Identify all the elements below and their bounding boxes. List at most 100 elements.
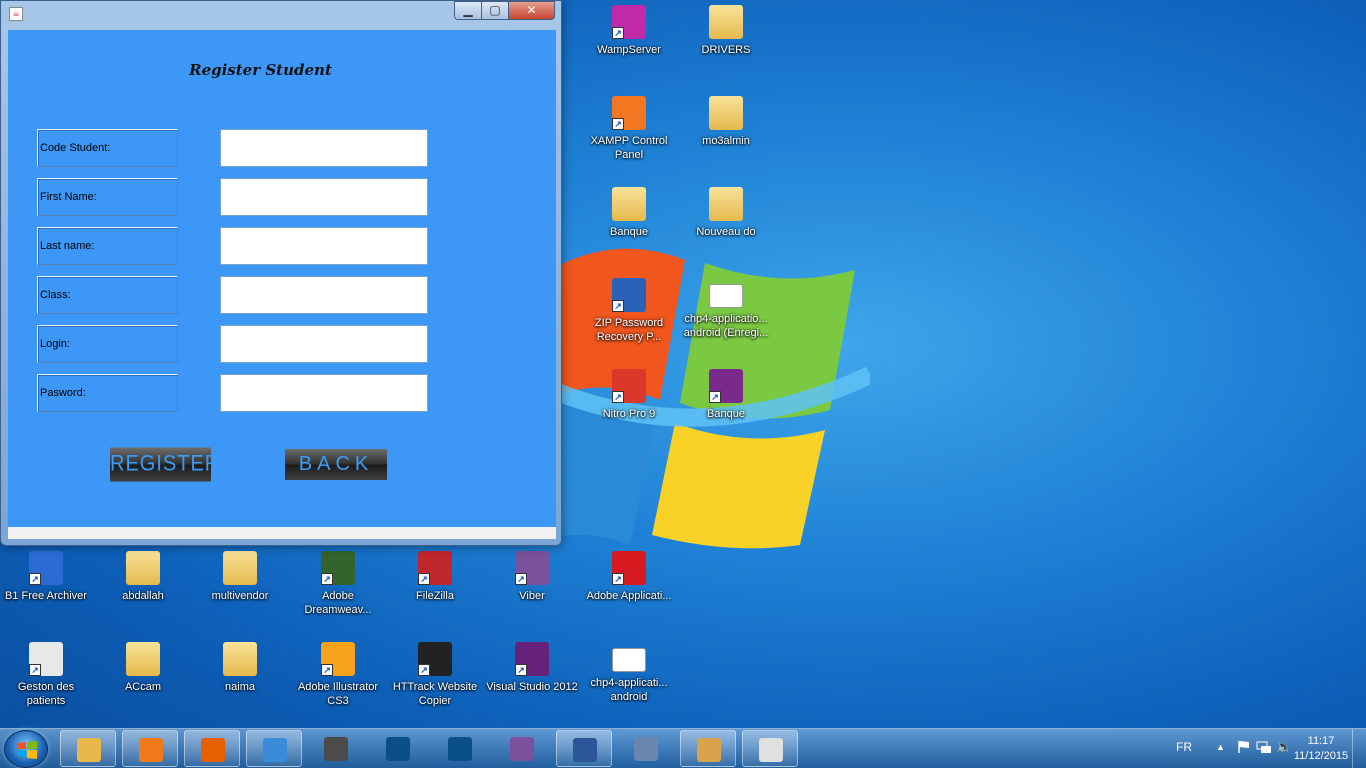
desktop-icon[interactable]: ↗ Adobe Dreamweav... <box>292 551 384 617</box>
taskbar-button[interactable] <box>370 730 426 767</box>
shortcut-arrow-icon: ↗ <box>612 391 624 403</box>
password-input[interactable] <box>220 374 428 412</box>
start-button[interactable] <box>4 730 48 768</box>
taskbar-button[interactable] <box>742 730 798 767</box>
desktop-icon[interactable]: ↗ WampServer <box>583 5 675 57</box>
desktop-icon[interactable]: ↗ Adobe Illustrator CS3 <box>292 642 384 708</box>
desktop-icon[interactable]: ↗ Geston des patients <box>0 642 92 708</box>
taskbar-button[interactable] <box>184 730 240 767</box>
shortcut-arrow-icon: ↗ <box>321 573 333 585</box>
action-center-flag-icon[interactable] <box>1236 740 1252 754</box>
shortcut-arrow-icon: ↗ <box>612 300 624 312</box>
desktop-icon[interactable]: ACcam <box>97 642 189 694</box>
desktop-icon-label: Nouveau do <box>696 226 756 238</box>
chrome-icon <box>263 738 287 762</box>
desktop-icon[interactable]: ↗ Nitro Pro 9 <box>583 369 675 421</box>
register-student-window: ☕ ▁ ▢ ✕ Register Student Code Student: F… <box>0 0 562 546</box>
desktop-icon-label: multivendor <box>211 590 269 602</box>
desktop-icon[interactable]: ↗ Adobe Applicati... <box>583 551 675 603</box>
login-input[interactable] <box>220 325 428 363</box>
clock-time: 11:17 <box>1307 735 1335 747</box>
form-panel: Register Student Code Student: First Nam… <box>8 30 556 539</box>
taskbar-button[interactable] <box>618 730 674 767</box>
language-indicator[interactable]: FR <box>1176 740 1192 754</box>
photoshop-icon-2 <box>448 737 472 761</box>
folder-icon <box>612 187 646 221</box>
desktop-icon[interactable]: chp4-applicatio... android (Enregi... <box>680 278 772 340</box>
desktop-icon[interactable]: mo3almin <box>680 96 772 148</box>
show-desktop-button[interactable] <box>1352 729 1366 768</box>
desktop-icon[interactable]: DRIVERS <box>680 5 772 57</box>
class-input[interactable] <box>220 276 428 314</box>
folder-icon <box>223 642 257 676</box>
taskbar-button[interactable] <box>122 730 178 767</box>
zip-password-icon: ↗ <box>612 278 646 312</box>
desktop-icon[interactable]: Nouveau do <box>680 187 772 239</box>
desktop-icon-label: Adobe Applicati... <box>586 590 672 602</box>
desktop-icon[interactable]: ↗ B1 Free Archiver <box>0 551 92 603</box>
desktop-icon[interactable]: abdallah <box>97 551 189 603</box>
taskbar-button[interactable] <box>246 730 302 767</box>
window-titlebar[interactable]: ☕ ▁ ▢ ✕ <box>1 1 561 27</box>
desktop-icon[interactable]: chp4-applicati... android <box>583 642 675 704</box>
desktop-icon[interactable]: ↗ ZIP Password Recovery P... <box>583 278 675 344</box>
network-icon[interactable] <box>1256 740 1272 754</box>
word-icon <box>573 738 597 762</box>
taskbar-button[interactable] <box>494 730 550 767</box>
viber-icon: ↗ <box>515 551 549 585</box>
password-label: Pasword: <box>37 374 178 412</box>
taskbar-button[interactable] <box>308 730 364 767</box>
app-icon: ↗ <box>29 642 63 676</box>
folder-icon <box>223 551 257 585</box>
folder-icon <box>709 5 743 39</box>
desktop-icon-label: Adobe Illustrator CS3 <box>297 681 379 707</box>
java-icon <box>759 738 783 762</box>
taskbar: FR ▲ 🔈 11:17 11/12/2015 <box>0 728 1366 768</box>
form-bottom-strip <box>8 527 556 539</box>
desktop-icon[interactable]: ↗ Visual Studio 2012 <box>486 642 578 694</box>
show-hidden-icons-icon[interactable]: ▲ <box>1216 742 1225 752</box>
register-button[interactable]: REGISTER <box>110 447 219 482</box>
desktop-icon-label: chp4-applicati... android <box>590 677 668 703</box>
shortcut-arrow-icon: ↗ <box>515 573 527 585</box>
desktop-icon[interactable]: multivendor <box>194 551 286 603</box>
dreamweaver-icon: ↗ <box>321 551 355 585</box>
last-name-input[interactable] <box>220 227 428 265</box>
desktop-icon[interactable]: ↗ Viber <box>486 551 578 603</box>
volume-icon[interactable]: 🔈 <box>1276 739 1292 755</box>
desktop-icon[interactable]: ↗ FileZilla <box>389 551 481 603</box>
maximize-button[interactable]: ▢ <box>481 1 508 20</box>
desktop-icon-label: mo3almin <box>702 135 750 147</box>
desktop-icon[interactable]: ↗ XAMPP Control Panel <box>583 96 675 162</box>
desktop-icon-label: FileZilla <box>416 590 454 602</box>
back-button[interactable]: BACK <box>285 449 387 480</box>
first-name-input[interactable] <box>220 178 428 216</box>
desktop-icon[interactable]: Banque <box>583 187 675 239</box>
taskbar-button[interactable] <box>680 730 736 767</box>
clock[interactable]: 11:17 11/12/2015 <box>1293 734 1349 764</box>
shortcut-arrow-icon: ↗ <box>612 27 624 39</box>
desktop-icon[interactable]: ↗ HTTrack Website Copier <box>389 642 481 708</box>
taskbar-button[interactable] <box>432 730 488 767</box>
taskbar-button[interactable] <box>556 730 612 767</box>
shortcut-arrow-icon: ↗ <box>612 118 624 130</box>
document-icon <box>612 648 646 672</box>
class-label: Class: <box>37 276 178 314</box>
last-name-label: Last name: <box>37 227 178 265</box>
folder-icon <box>126 551 160 585</box>
windows-flag-icon <box>17 741 37 759</box>
desktop-icon[interactable]: ↗ Banque <box>680 369 772 421</box>
folder-icon <box>709 187 743 221</box>
desktop-icon-label: Banque <box>707 408 745 420</box>
taskbar-button[interactable] <box>60 730 116 767</box>
minimize-button[interactable]: ▁ <box>454 1 481 20</box>
first-name-label: First Name: <box>37 178 178 216</box>
shortcut-arrow-icon: ↗ <box>418 664 430 676</box>
desktop-icon-label: Nitro Pro 9 <box>602 408 656 420</box>
sublime-icon <box>324 737 348 761</box>
desktop-icon-label: B1 Free Archiver <box>5 590 87 602</box>
code-student-input[interactable] <box>220 129 428 167</box>
winrar-icon: ↗ <box>709 369 743 403</box>
desktop-icon[interactable]: naima <box>194 642 286 694</box>
close-button[interactable]: ✕ <box>508 1 555 20</box>
